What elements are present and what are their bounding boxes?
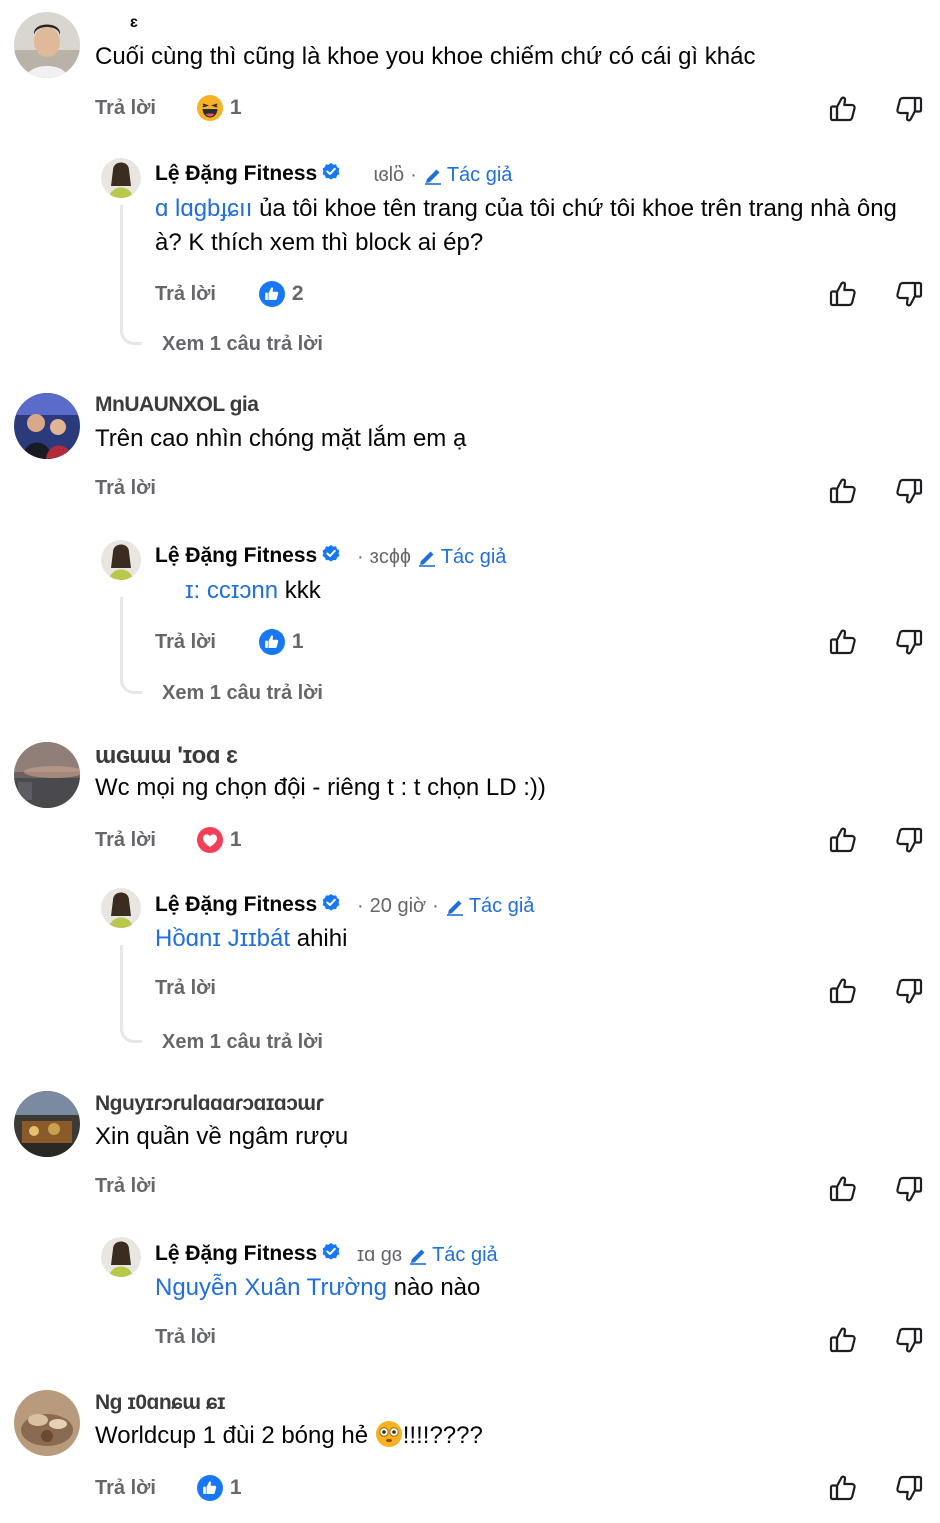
comment-author[interactable]: Ng ɪ0ɑnɕɯ ɕɪ — [95, 1391, 226, 1415]
avatar[interactable] — [14, 742, 80, 808]
avatar[interactable] — [14, 393, 80, 459]
like-icon — [258, 628, 286, 656]
thread-connector — [120, 597, 142, 694]
thread-connector — [120, 945, 142, 1043]
mention-link[interactable]: ɪ: ccɪɔnn — [185, 577, 278, 604]
thumbs-down-outline-icon[interactable] — [894, 94, 924, 124]
reply-button[interactable]: Trả lời — [95, 97, 156, 120]
pencil-icon — [417, 548, 437, 568]
mention-link[interactable]: Nguyễn Xuân Trường — [155, 1274, 387, 1301]
timestamp[interactable]: ɪɑ ɡɞ — [357, 1244, 402, 1267]
thumbs-up-outline-icon[interactable] — [828, 94, 858, 124]
comment-author[interactable]: ɛ — [130, 14, 138, 32]
reaction-summary[interactable]: 1 — [196, 826, 242, 854]
thumbs-up-outline-icon[interactable] — [828, 627, 858, 657]
pencil-icon — [408, 1246, 428, 1266]
reaction-count: 1 — [229, 96, 242, 119]
thumbs-up-outline-icon[interactable] — [828, 279, 858, 309]
view-replies-link[interactable]: Xem 1 câu trả lời — [162, 333, 323, 356]
timestamp[interactable]: ɜcɸɸ — [370, 546, 411, 569]
comment-text: Worldcup 1 đùi 2 bóng hẻ !!!!???? — [95, 1420, 483, 1449]
mention-link[interactable]: ɑ lɑgbɟɕıı — [155, 195, 252, 222]
timestamp[interactable]: 20 giờ — [370, 895, 426, 918]
reply-text: Hồɑnɪ Jɪɪbát ahihi — [155, 925, 348, 952]
reply-author[interactable]: Lệ Đặng Fitness — [155, 162, 341, 186]
timestamp[interactable]: ɩɞlὃ — [374, 164, 404, 187]
reaction-count: 1 — [229, 1476, 242, 1499]
comment-text: Cuối cùng thì cũng là khoe you khoe chiế… — [95, 43, 756, 70]
reply-button[interactable]: Trả lời — [95, 829, 156, 852]
verified-badge-icon — [321, 893, 341, 913]
reaction-count: 1 — [229, 828, 242, 851]
pencil-icon — [445, 897, 465, 917]
comment-author[interactable]: MnUAUNXOL gia — [95, 393, 259, 417]
reply-text: Nguyễn Xuân Trường nào nào — [155, 1274, 481, 1301]
comment-text: Trên cao nhìn chóng mặt lắm em ạ — [95, 425, 467, 452]
reply-text: ɑ lɑgbɟɕıı ủa tôi khoe tên trang của tôi… — [155, 195, 897, 256]
thumbs-up-outline-icon[interactable] — [828, 1325, 858, 1355]
reply-author[interactable]: Lệ Đặng Fitness — [155, 544, 341, 568]
thumbs-up-outline-icon[interactable] — [828, 976, 858, 1006]
comment-author[interactable]: ɯɢɯɯ 'ɪoɑ ɛ — [95, 742, 238, 770]
reply-button[interactable]: Trả lời — [95, 477, 156, 500]
reaction-summary[interactable]: 1 — [258, 628, 304, 656]
love-icon — [196, 826, 224, 854]
reaction-summary[interactable]: 2 — [258, 280, 304, 308]
thumbs-down-outline-icon[interactable] — [894, 1325, 924, 1355]
reply-author[interactable]: Lệ Đặng Fitness — [155, 1242, 341, 1266]
author-tag: Tác giả — [417, 546, 506, 569]
thumbs-down-outline-icon[interactable] — [894, 1473, 924, 1503]
thumbs-down-outline-icon[interactable] — [894, 825, 924, 855]
thumbs-down-outline-icon[interactable] — [894, 976, 924, 1006]
reaction-count: 2 — [291, 282, 304, 305]
author-avatar[interactable] — [101, 158, 141, 198]
avatar[interactable] — [14, 12, 80, 78]
comment-text: Wc mọi ng chọn đội - riêng t : t chọn LD… — [95, 774, 546, 801]
author-avatar[interactable] — [101, 540, 141, 580]
thumbs-down-outline-icon[interactable] — [894, 476, 924, 506]
thumbs-up-outline-icon[interactable] — [828, 1174, 858, 1204]
view-replies-link[interactable]: Xem 1 câu trả lời — [162, 1031, 323, 1054]
reaction-count: 1 — [291, 630, 304, 653]
comment-text: Xin quần về ngâm rượu — [95, 1123, 349, 1150]
thumbs-down-outline-icon[interactable] — [894, 627, 924, 657]
avatar[interactable] — [14, 1390, 80, 1456]
flushed-emoji-icon — [375, 1420, 403, 1448]
like-icon — [258, 280, 286, 308]
like-icon — [196, 1474, 224, 1502]
thread-connector — [120, 205, 142, 345]
pencil-icon — [423, 166, 443, 186]
reply-button[interactable]: Trả lời — [95, 1477, 156, 1500]
reply-button[interactable]: Trả lời — [155, 977, 216, 1000]
reply-button[interactable]: Trả lời — [95, 1175, 156, 1198]
reply-button[interactable]: Trả lời — [155, 631, 216, 654]
verified-badge-icon — [321, 162, 341, 182]
comment-author[interactable]: Nguyɪɾɔɾulɑɑɑɾɔɑɪɑɔɯɾ — [95, 1092, 324, 1116]
reply-text: ɪ: ccɪɔnn kkk — [185, 577, 321, 604]
view-replies-link[interactable]: Xem 1 câu trả lời — [162, 682, 323, 705]
thumbs-down-outline-icon[interactable] — [894, 1174, 924, 1204]
reply-author[interactable]: Lệ Đặng Fitness — [155, 893, 341, 917]
reply-button[interactable]: Trả lời — [155, 1326, 216, 1349]
author-tag: Tác giả — [445, 895, 534, 918]
verified-badge-icon — [321, 1242, 341, 1262]
thumbs-up-outline-icon[interactable] — [828, 825, 858, 855]
author-avatar[interactable] — [101, 888, 141, 928]
avatar[interactable] — [14, 1091, 80, 1157]
laugh-emoji-icon — [196, 94, 224, 122]
reaction-summary[interactable]: 1 — [196, 1474, 242, 1502]
thumbs-up-outline-icon[interactable] — [828, 476, 858, 506]
thumbs-up-outline-icon[interactable] — [828, 1473, 858, 1503]
author-tag: Tác giả — [423, 164, 512, 187]
author-tag: Tác giả — [408, 1244, 498, 1267]
mention-link[interactable]: Hồɑnɪ Jɪɪbát — [155, 925, 290, 952]
verified-badge-icon — [321, 544, 341, 564]
author-avatar[interactable] — [101, 1237, 141, 1277]
reaction-summary[interactable]: 1 — [196, 94, 242, 122]
reply-button[interactable]: Trả lời — [155, 283, 216, 306]
thumbs-down-outline-icon[interactable] — [894, 279, 924, 309]
